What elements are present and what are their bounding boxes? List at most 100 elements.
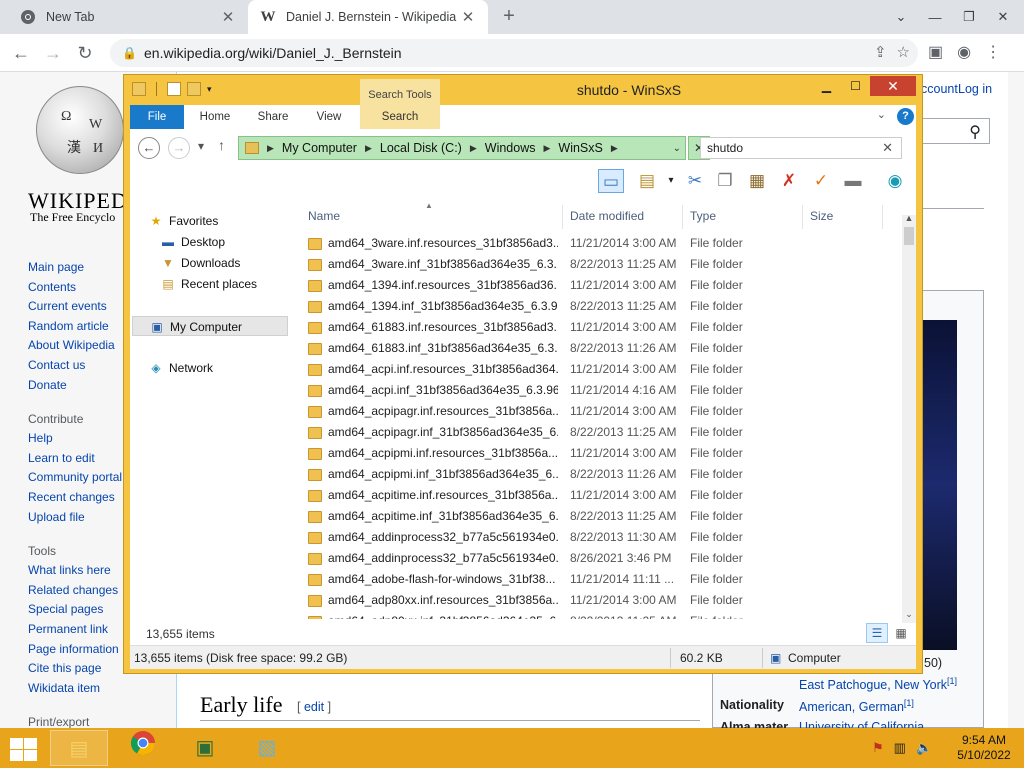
table-row[interactable]: amd64_acpi.inf_31bf3856ad364e35_6.3.96..…	[302, 380, 902, 401]
properties-icon[interactable]	[167, 82, 181, 96]
profile-icon[interactable]: ◉	[957, 42, 971, 62]
restore-icon[interactable]: ❐	[952, 9, 986, 25]
infobox-almamater-link[interactable]: University of California	[799, 720, 924, 728]
share-icon[interactable]: ⇪	[874, 43, 887, 61]
minimize-icon[interactable]: ▁	[812, 76, 841, 96]
table-row[interactable]: amd64_adp80xx.inf.resources_31bf3856a...…	[302, 590, 902, 611]
menu-kebab-icon[interactable]: ⋮	[985, 42, 1001, 62]
scrollbar-thumb[interactable]	[904, 227, 914, 245]
table-row[interactable]: amd64_1394.inf.resources_31bf3856ad36...…	[302, 275, 902, 296]
cut-icon[interactable]: ✂	[682, 169, 708, 193]
tab-share[interactable]: Share	[246, 105, 300, 129]
expand-ribbon-icon[interactable]: ⌄	[877, 108, 886, 121]
table-row[interactable]: amd64_addinprocess32_b77a5c561934e0... 8/…	[302, 548, 902, 569]
table-row[interactable]: amd64_1394.inf_31bf3856ad364e35_6.3.9...…	[302, 296, 902, 317]
bookmark-star-icon[interactable]: ☆	[897, 43, 910, 61]
table-row[interactable]: amd64_3ware.inf.resources_31bf3856ad3...…	[302, 233, 902, 254]
tab-file[interactable]: File	[130, 105, 184, 129]
infobox-nationality-link[interactable]: American, German[1]	[799, 698, 914, 714]
column-divider[interactable]	[682, 205, 683, 229]
explorer-titlebar[interactable]: ▾ shutdo - WinSxS ▁ ☐ ✕	[124, 75, 922, 105]
chevron-down-icon[interactable]: ▾	[658, 169, 684, 193]
nav-item-network[interactable]: ◈ Network	[148, 358, 318, 378]
new-folder-icon[interactable]	[187, 82, 201, 96]
taskbar-app-window[interactable]: ▣	[176, 730, 234, 766]
tab-view[interactable]: View	[302, 105, 356, 129]
rename-icon[interactable]: ▬	[840, 169, 866, 193]
column-name[interactable]: Name	[308, 209, 340, 223]
column-divider[interactable]	[882, 205, 883, 229]
column-divider[interactable]	[562, 205, 563, 229]
address-bar[interactable]: 🔒 en.wikipedia.org/wiki/Daniel_J._Bernst…	[110, 39, 918, 67]
close-tab-icon[interactable]: ✕	[460, 8, 476, 26]
table-row[interactable]: amd64_acpitime.inf_31bf3856ad364e35_6...…	[302, 506, 902, 527]
forward-icon[interactable]: →	[42, 42, 64, 64]
details-view-icon[interactable]: ☰	[866, 623, 888, 643]
taskbar-chrome[interactable]	[114, 730, 172, 766]
reload-icon[interactable]: ↻	[74, 42, 96, 64]
side-panel-icon[interactable]: ▣	[928, 42, 943, 62]
new-tab-button[interactable]: +	[498, 6, 520, 28]
delete-icon[interactable]: ✗	[776, 169, 802, 193]
column-divider[interactable]	[802, 205, 803, 229]
breadcrumb-my-computer[interactable]: My Computer	[282, 141, 357, 155]
search-input[interactable]: shutdo ✕	[700, 137, 902, 159]
tab-search-icon[interactable]: ⌄	[884, 9, 918, 25]
back-icon[interactable]: ←	[138, 137, 160, 159]
taskbar-app-notepad[interactable]: ▧	[238, 730, 296, 766]
action-center-flag-icon[interactable]: ⚑	[872, 740, 884, 756]
up-icon[interactable]: ↑	[218, 137, 225, 153]
sidebar-link[interactable]: Wikidata item	[28, 679, 168, 699]
create-account-link[interactable]: ccount	[921, 82, 958, 96]
qat-dropdown-icon[interactable]: ▾	[207, 82, 221, 96]
maximize-icon[interactable]: ☐	[841, 76, 870, 96]
tab-search[interactable]: Search	[360, 105, 440, 129]
copy-icon[interactable]: ❐	[712, 169, 738, 193]
close-tab-icon[interactable]: ✕	[220, 8, 236, 26]
table-row[interactable]: amd64_addinprocess32_b77a5c561934e0... 8/…	[302, 527, 902, 548]
search-icon[interactable]: ⚲	[969, 122, 981, 142]
table-row[interactable]: amd64_61883.inf_31bf3856ad364e35_6.3....…	[302, 338, 902, 359]
table-row[interactable]: amd64_acpipmi.inf.resources_31bf3856a...…	[302, 443, 902, 464]
table-row[interactable]: amd64_acpipagr.inf_31bf3856ad364e35_6...…	[302, 422, 902, 443]
wikipedia-globe-logo[interactable]: Ω W 漢 И	[36, 86, 124, 174]
column-date-modified[interactable]: Date modified	[570, 209, 644, 223]
wiki-search-box[interactable]: ⚲	[918, 118, 990, 144]
table-row[interactable]: amd64_3ware.inf_31bf3856ad364e35_6.3....…	[302, 254, 902, 275]
properties-folder-icon[interactable]: ▤	[634, 169, 660, 193]
globe-icon[interactable]: ◉	[882, 169, 908, 193]
ref-sup[interactable]: [1]	[947, 676, 957, 686]
taskbar-file-explorer[interactable]: ▤	[50, 730, 108, 766]
table-row[interactable]: amd64_adobe-flash-for-windows_31bf38... 1…	[302, 569, 902, 590]
breadcrumb-winsxs[interactable]: WinSxS	[558, 141, 602, 155]
tab-wikipedia[interactable]: W Daniel J. Bernstein - Wikipedia ✕	[248, 0, 488, 34]
preview-pane-icon[interactable]: ▭	[598, 169, 624, 193]
nav-item-favorites[interactable]: ★ Favorites	[148, 211, 318, 231]
table-row[interactable]: amd64_61883.inf.resources_31bf3856ad3...…	[302, 317, 902, 338]
windows-start-icon[interactable]	[8, 736, 38, 762]
table-row[interactable]: amd64_adp80xx.inf_31bf3856ad364e35_6....…	[302, 611, 902, 619]
table-row[interactable]: amd64_acpipmi.inf_31bf3856ad364e35_6....…	[302, 464, 902, 485]
recent-locations-icon[interactable]: ▾	[198, 139, 204, 153]
table-row[interactable]: amd64_acpitime.inf.resources_31bf3856a..…	[302, 485, 902, 506]
edit-link[interactable]: edit	[304, 700, 324, 714]
infobox-birthplace-link[interactable]: East Patchogue, New York[1]	[799, 676, 957, 692]
ref-sup[interactable]: [1]	[904, 698, 914, 708]
scroll-down-icon[interactable]: ⌄	[902, 609, 916, 620]
file-list-scrollbar[interactable]: ▲ ⌄	[902, 213, 916, 623]
login-link[interactable]: Log in	[958, 82, 992, 96]
close-window-icon[interactable]: ✕	[986, 9, 1020, 25]
breadcrumb-local-disk[interactable]: Local Disk (C:)	[380, 141, 462, 155]
close-icon[interactable]: ✕	[870, 76, 916, 96]
paste-icon[interactable]: ▦	[744, 169, 770, 193]
taskbar-clock[interactable]: 9:54 AM 5/10/2022	[952, 733, 1016, 763]
help-icon[interactable]: ?	[897, 108, 914, 125]
network-tray-icon[interactable]: ▥	[894, 740, 906, 756]
volume-muted-icon[interactable]: 🔈	[916, 740, 932, 756]
checkmark-icon[interactable]: ✓	[808, 169, 834, 193]
tab-new-tab[interactable]: New Tab ✕	[8, 0, 248, 34]
explorer-address-bar[interactable]: ▶ My Computer ▶ Local Disk (C:) ▶ Window…	[238, 136, 686, 160]
chevron-down-icon[interactable]: ⌄	[673, 143, 681, 154]
tab-home[interactable]: Home	[188, 105, 242, 129]
breadcrumb-windows[interactable]: Windows	[485, 141, 536, 155]
